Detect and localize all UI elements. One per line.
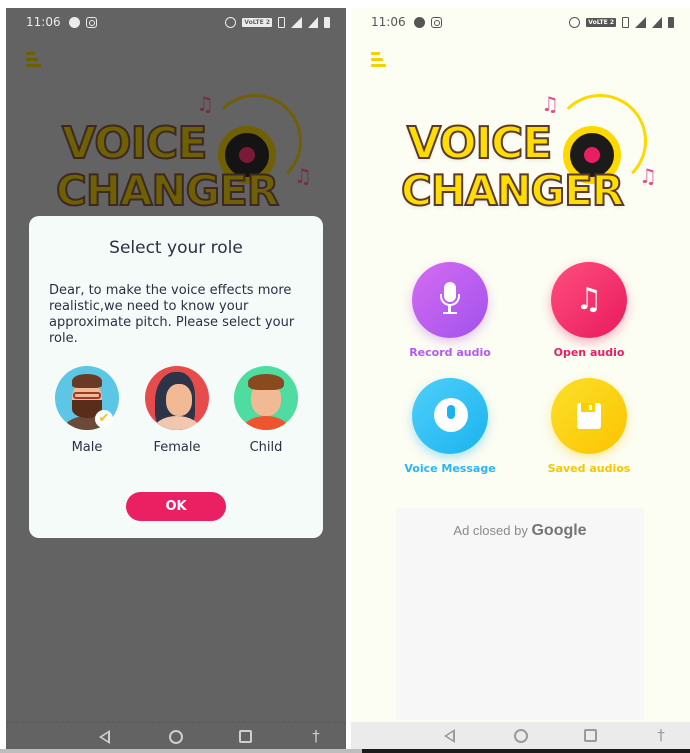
logo-text-voice: VOICE (61, 118, 208, 169)
back-icon[interactable] (99, 730, 110, 744)
signal-icon (635, 16, 646, 28)
right-phone-screen: 11:06 VoLTE 2 ♫ VOICE CHANGER ♫ Record a… (351, 8, 690, 749)
recent-apps-icon[interactable] (584, 729, 597, 742)
logo-text-voice: VOICE (406, 118, 553, 169)
volte-icon: VoLTE 2 (586, 17, 616, 27)
battery-icon (324, 16, 330, 28)
ad-closed-text: Ad closed by Google (396, 522, 644, 540)
status-time: 11:06 (26, 15, 61, 29)
left-phone-screen: 11:06 VoLTE 2 ♫ VOICE CHANGER ♫ Select y… (6, 8, 346, 749)
role-option-child[interactable]: Child (226, 366, 306, 455)
navigation-bar: † (351, 722, 690, 749)
record-audio-button[interactable]: Record audio (390, 262, 510, 359)
role-label: Female (153, 440, 201, 455)
instagram-icon (430, 16, 442, 28)
record-audio-label: Record audio (409, 346, 491, 359)
role-label: Male (71, 440, 103, 455)
volte-icon: VoLTE 2 (242, 17, 272, 27)
menu-icon[interactable] (26, 52, 42, 67)
instagram-icon (85, 16, 97, 28)
role-label: Child (249, 440, 283, 455)
signal-4g-icon (308, 16, 318, 28)
voice-message-icon (434, 398, 468, 432)
home-icon[interactable] (169, 730, 183, 744)
home-icon[interactable] (514, 729, 528, 743)
voice-message-button[interactable]: Voice Message (390, 378, 510, 475)
signal-icon (291, 16, 302, 28)
voice-message-label: Voice Message (404, 462, 496, 475)
battery-icon (668, 16, 674, 28)
dialog-title: Select your role (109, 238, 243, 258)
role-option-male[interactable]: ✔ Male (47, 366, 127, 455)
signal-4g-icon (652, 16, 662, 28)
saved-audios-button[interactable]: Saved audios (529, 378, 649, 475)
check-icon: ✔ (95, 410, 113, 428)
navigation-bar: † (6, 722, 346, 749)
record-audio-circle[interactable] (412, 262, 488, 338)
logo-text-changer: CHANGER (55, 166, 280, 215)
child-avatar[interactable] (234, 366, 298, 430)
message-icon (413, 16, 425, 28)
open-audio-circle[interactable]: ♫ (551, 262, 627, 338)
open-audio-label: Open audio (553, 346, 625, 359)
status-bar: 11:06 VoLTE 2 (351, 8, 690, 36)
logo-text-changer: CHANGER (400, 166, 625, 215)
saved-audios-circle[interactable] (551, 378, 627, 454)
accessibility-icon[interactable]: † (308, 728, 324, 744)
role-options: ✔ Male Female Child (29, 366, 323, 456)
music-note-icon: ♫ (639, 164, 657, 188)
voice-message-circle[interactable] (412, 378, 488, 454)
vibrate-icon (622, 16, 629, 28)
floppy-disk-icon (577, 403, 601, 429)
ok-button[interactable]: OK (126, 492, 226, 521)
ad-banner: Ad closed by Google (396, 508, 644, 720)
dialog-message: Dear, to make the voice effects more rea… (49, 283, 295, 346)
music-note-icon: ♫ (196, 92, 214, 116)
status-time: 11:06 (371, 15, 406, 29)
status-bar: 11:06 VoLTE 2 (6, 8, 346, 36)
message-icon (68, 16, 80, 28)
music-note-icon: ♫ (294, 164, 312, 188)
role-option-female[interactable]: Female (137, 366, 217, 455)
saved-audios-label: Saved audios (547, 462, 631, 475)
vibrate-icon (278, 16, 285, 28)
back-icon[interactable] (444, 729, 455, 743)
alarm-icon (569, 16, 581, 28)
ad-closed-label: Ad closed by (453, 523, 528, 538)
bottom-strip (0, 749, 362, 753)
music-note-icon: ♫ (541, 92, 559, 116)
app-logo: ♫ VOICE CHANGER ♫ (55, 86, 336, 226)
bottom-strip (362, 749, 690, 753)
alarm-icon (225, 16, 237, 28)
app-logo: ♫ VOICE CHANGER ♫ (400, 86, 681, 226)
accessibility-icon[interactable]: † (653, 727, 669, 743)
music-note-icon: ♫ (575, 282, 603, 317)
open-audio-button[interactable]: ♫ Open audio (529, 262, 649, 359)
select-role-dialog: Select your role Dear, to make the voice… (29, 216, 323, 538)
menu-icon[interactable] (371, 52, 387, 67)
female-avatar[interactable] (145, 366, 209, 430)
google-brand: Google (531, 522, 587, 539)
recent-apps-icon[interactable] (239, 730, 252, 743)
